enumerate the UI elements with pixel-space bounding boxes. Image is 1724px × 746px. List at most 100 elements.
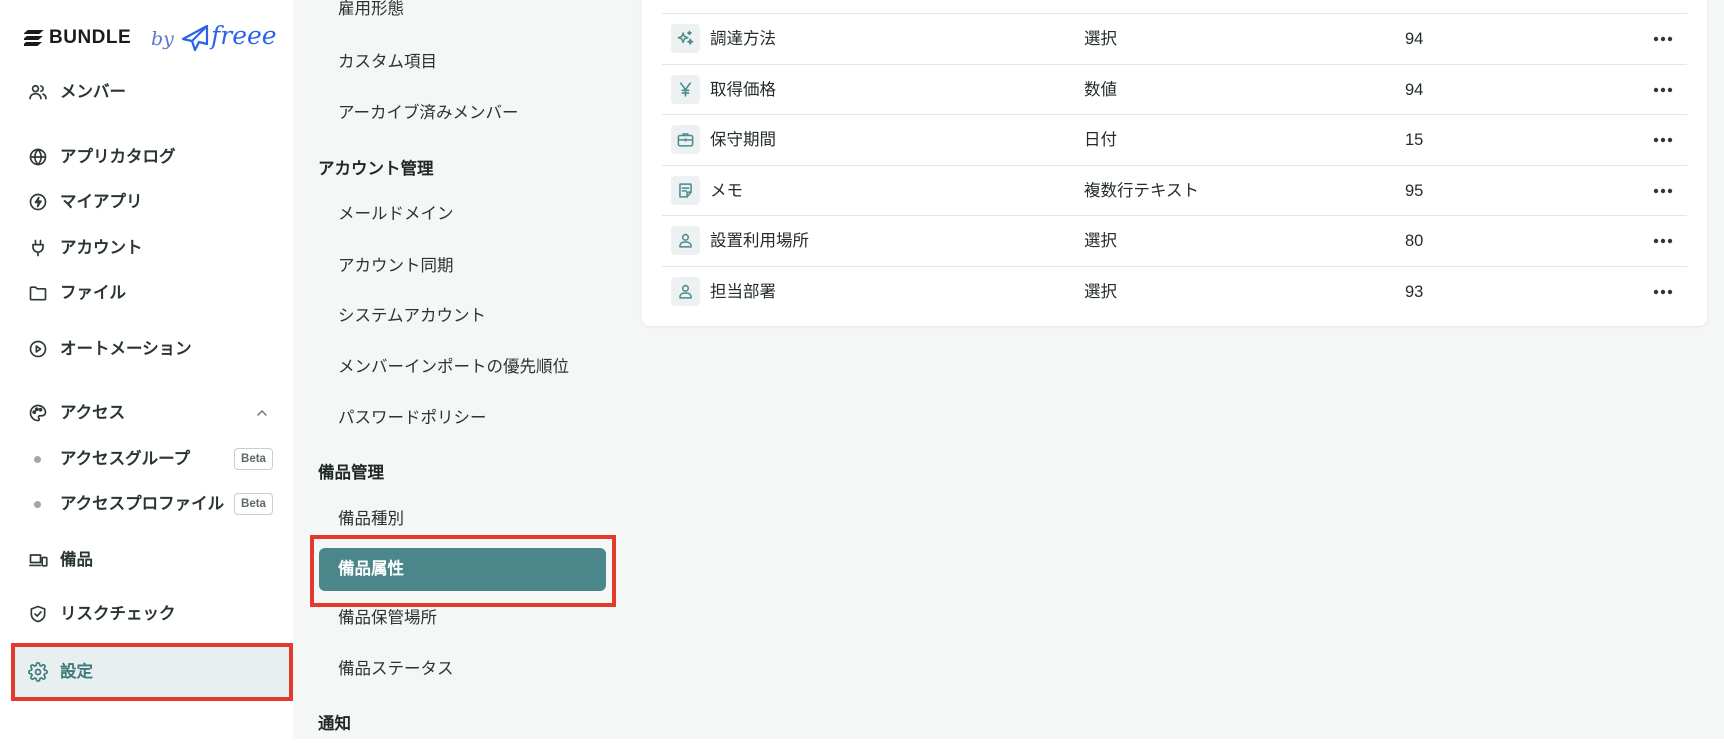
settings-nav-item-custom-fields[interactable]: カスタム項目 [338,42,437,82]
attribute-type: 日付 [1084,131,1117,149]
table-row[interactable]: 設置利用場所 選択 80 [662,215,1687,266]
users-icon [28,82,48,102]
settings-nav-item-employment-type[interactable]: 雇用形態 [338,0,404,29]
sidebar-item-files[interactable]: ファイル [0,273,293,313]
bullet-dot [34,501,41,508]
settings-nav-item-password-policy[interactable]: パスワードポリシー [338,398,487,438]
attribute-count: 95 [1405,182,1424,200]
sidebar-item-label: アクセス [60,404,126,422]
settings-nav-item-account-sync[interactable]: アカウント同期 [338,246,454,286]
sidebar-subitem-access-groups[interactable]: アクセスグループ Beta [0,439,293,479]
beta-badge: Beta [234,493,273,515]
settings-nav-item-system-account[interactable]: システムアカウント [338,296,486,336]
settings-nav-item-equipment-attributes[interactable]: 備品属性 [319,548,606,591]
sidebar-subitem-access-profiles[interactable]: アクセスプロファイル Beta [0,484,293,524]
sidebar-item-label: オートメーション [60,340,192,358]
partner-name: freee [211,21,277,50]
sidebar-item-my-apps[interactable]: マイアプリ [0,182,293,222]
more-horizontal-icon[interactable] [1652,231,1674,251]
sidebar-item-accounts[interactable]: アカウント [0,228,293,268]
settings-nav-heading-account: アカウント管理 [318,160,434,178]
sidebar: BUNDLE by freee メンバー アプリカタログ マイアプリ アカウント [0,0,293,746]
sparkles-icon [671,24,700,53]
more-horizontal-icon[interactable] [1652,130,1674,150]
settings-nav-item-import-priority[interactable]: メンバーインポートの優先順位 [338,347,569,387]
sidebar-item-equipment[interactable]: 備品 [0,540,293,580]
settings-nav-item-archived-members[interactable]: アーカイブ済みメンバー [338,93,519,133]
person-icon [671,226,700,255]
sidebar-item-label: 設定 [60,663,93,681]
more-horizontal-icon[interactable] [1652,181,1674,201]
settings-nav-heading-notifications: 通知 [318,715,351,733]
attribute-name: 取得価格 [710,81,776,99]
globe-icon [28,147,48,167]
sidebar-item-label: リスクチェック [60,605,176,623]
main-content: 雇用形態 カスタム項目 アーカイブ済みメンバー アカウント管理 メールドメイン … [293,0,1724,739]
bundle-logo-icon [24,28,46,48]
gear-icon [28,662,48,682]
table-row[interactable]: 保守期間 日付 15 [662,114,1687,165]
attribute-type: 選択 [1084,283,1117,301]
sidebar-item-label: マイアプリ [60,193,143,211]
shield-check-icon [28,604,48,624]
settings-nav-item-label: 備品属性 [338,560,404,578]
freee-bird-icon [180,22,210,54]
table-row[interactable]: メモ 複数行テキスト 95 [662,165,1687,216]
attribute-name: メモ [710,182,743,200]
brand-by: by [151,28,174,50]
sidebar-item-label: アプリカタログ [60,148,176,166]
yen-icon [671,75,700,104]
attribute-type: 複数行テキスト [1084,182,1200,200]
play-circle-icon [28,339,48,359]
attributes-table: 調達方法 選択 94 取得価格 数値 94 保守期間 日付 15 メモ 複数行テ… [642,0,1707,326]
person-icon [671,277,700,306]
settings-nav-item-equipment-status[interactable]: 備品ステータス [338,649,454,689]
attribute-name: 保守期間 [710,131,776,149]
beta-badge: Beta [234,448,273,470]
sidebar-item-label: 備品 [60,551,93,569]
sidebar-item-members[interactable]: メンバー [0,72,293,112]
sidebar-item-label: アクセスグループ [60,450,191,468]
more-horizontal-icon[interactable] [1652,29,1674,49]
attribute-count: 94 [1405,81,1424,99]
settings-nav-item-mail-domain[interactable]: メールドメイン [338,194,454,234]
sidebar-item-access[interactable]: アクセス [0,393,293,433]
attribute-count: 15 [1405,131,1424,149]
settings-nav-item-equipment-types[interactable]: 備品種別 [338,499,404,539]
chevron-up-icon[interactable] [254,405,270,421]
brand-name: BUNDLE [49,27,132,48]
sidebar-item-risk-check[interactable]: リスクチェック [0,594,293,634]
attribute-name: 担当部署 [710,283,776,301]
sidebar-item-settings[interactable]: 設定 [15,647,289,697]
attribute-type: 選択 [1084,30,1117,48]
bolt-circle-icon [28,192,48,212]
sidebar-item-label: アカウント [60,239,143,257]
table-row[interactable]: 担当部署 選択 93 [662,266,1687,317]
table-row[interactable]: 調達方法 選択 94 [662,13,1687,64]
attribute-type: 数値 [1084,81,1117,99]
bullet-dot [34,456,41,463]
device-icon [28,550,48,570]
sidebar-item-app-catalog[interactable]: アプリカタログ [0,137,293,177]
attribute-type: 選択 [1084,232,1117,250]
sidebar-item-label: メンバー [60,83,126,101]
attribute-count: 93 [1405,283,1424,301]
attribute-count: 80 [1405,232,1424,250]
more-horizontal-icon[interactable] [1652,282,1674,302]
logo[interactable]: BUNDLE by freee [20,18,282,58]
table-row[interactable]: 取得価格 数値 94 [662,64,1687,115]
settings-nav-item-storage-locations[interactable]: 備品保管場所 [338,598,437,638]
attribute-count: 94 [1405,30,1424,48]
toolbox-icon [671,125,700,154]
settings-nav-heading-equipment: 備品管理 [318,464,384,482]
note-icon [671,176,700,205]
palette-icon [28,403,48,423]
plug-icon [28,238,48,258]
attribute-name: 調達方法 [710,30,776,48]
sidebar-item-label: ファイル [60,284,126,302]
sidebar-item-automation[interactable]: オートメーション [0,329,293,369]
sidebar-item-label: アクセスプロファイル [60,495,225,513]
more-horizontal-icon[interactable] [1652,80,1674,100]
folder-icon [28,283,48,303]
attribute-name: 設置利用場所 [710,232,809,250]
